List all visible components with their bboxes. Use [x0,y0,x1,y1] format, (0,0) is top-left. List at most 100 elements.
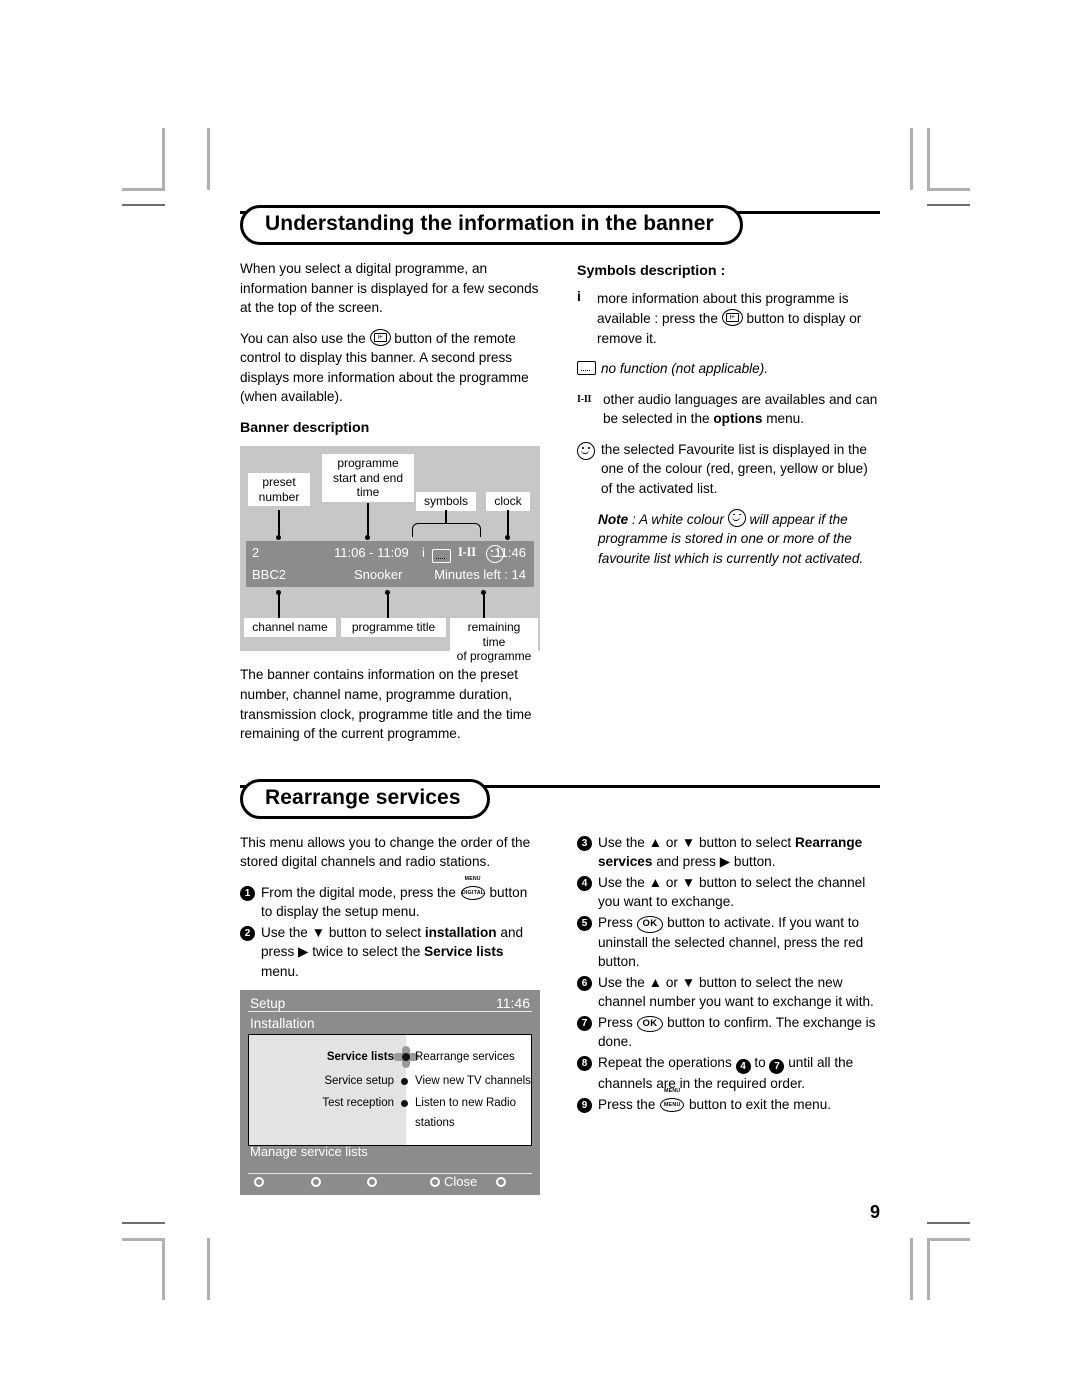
diagram-bracket-symbols [412,523,481,538]
section-title-2: Rearrange services [240,778,490,819]
step-5-text: Press OK button to activate. If you want… [598,913,879,972]
symbols-description-subhead: Symbols description : [577,263,726,279]
step-1-text: From the digital mode, press the MENU DI… [261,876,542,922]
section-title-1: Understanding the information in the ban… [240,205,743,246]
crop-mark-top-right-vertical [927,128,930,190]
footer-colour-button-5[interactable] [496,1176,506,1187]
diagram-leader-title [387,593,389,620]
tv-menu-rule-top [248,1010,532,1012]
symbol-marker-audio: I-II [577,393,592,405]
step-2-text-a: Use the ▼ button to select [261,924,422,940]
diagram-leader-clock [507,510,509,537]
tv-menu-row-service-lists[interactable]: Service lists Rearrange services [249,1045,531,1068]
symbol-marker-subtitle [577,361,596,376]
step-3-text-b: and press ▶ button. [656,854,776,870]
crop-mark-bottom-right-tick-vertical [910,1238,913,1300]
banner-symbol-audio: I-II [458,545,476,560]
step-3: 3 Use the ▲ or ▼ button to select Rearra… [577,833,879,872]
crop-mark-top-left-rule [122,204,165,206]
page-number: 9 [869,1202,880,1222]
step-4-text: Use the ▲ or ▼ button to select the chan… [598,874,866,910]
step-1-number: 1 [240,885,255,901]
section2-columns: This menu allows you to change the order… [240,833,880,1195]
ok-button-icon: OK [636,1015,664,1033]
step-5: 5 Press OK button to activate. If you wa… [577,913,879,972]
bullet-dot-icon [401,1077,408,1085]
step-8-ref-4: 4 [735,1059,751,1075]
section1-right-column: Symbols description : i more information… [577,259,879,755]
subtitle-box-icon [432,549,451,564]
step-7: 7 Press OK button to confirm. The exchan… [577,1013,879,1052]
step-7-number: 7 [577,1015,592,1031]
menu-label: MENU [464,875,481,882]
step-6-number: 6 [577,975,592,991]
step-2-bold-installation: installation [424,924,497,940]
step-5-text-a: Press [598,914,633,930]
crop-mark-bottom-right-horizontal [927,1238,970,1241]
tv-menu-row-0-right: Rearrange services [415,1050,515,1063]
step-3-text: Use the ▲ or ▼ button to select Rearrang… [598,833,879,872]
diagram-label-programme-title: programme title [341,618,446,637]
crop-mark-top-left-vertical [162,128,165,190]
symbol-text-info: more information about this programme is… [597,289,879,348]
tv-menu-row-service-setup[interactable]: Service setup View new TV channels [249,1071,531,1091]
intro-paragraph-1: When you select a digital programme, an … [240,261,539,316]
tv-menu-row-0-left: Service lists [326,1050,394,1063]
diagram-leader-channel [278,593,280,620]
banner-symbol-info: i [422,545,425,561]
footer-colour-button-3[interactable] [367,1176,377,1187]
diagram-label-programme-time: programme start and end time [322,454,414,502]
smiley-favourite-icon [727,508,746,527]
favourite-note: Note : A white colour will appear if the… [577,508,879,569]
note-text-a: : A white colour [632,511,724,527]
step-3-text-a: Use the ▲ or ▼ button to select [598,834,792,850]
diagram-leader-symbols [445,510,447,525]
symbol-audio-text-b: menu. [766,411,804,427]
banner-programme-title: Snooker [354,567,403,583]
menu-label: MENU [664,1087,681,1094]
tv-menu-row-test-reception[interactable]: Test reception Listen to new Radio stati… [249,1093,531,1129]
diagram-leader-remaining [483,593,485,620]
diagram-label-clock: clock [486,492,530,511]
banner-channel-name: BBC2 [252,567,286,583]
section2-left-column: This menu allows you to change the order… [240,833,542,1195]
footer-colour-button-4[interactable] [430,1176,440,1187]
intro-p2-part-a: You can also use the [240,330,366,346]
banner-row-top: 2 11:06 - 11:09 i I-II 11:46 [246,541,534,564]
banner-remaining-time: Minutes left : 14 [434,567,526,583]
tv-setup-menu-screenshot: Setup 11:46 Installation Service lists R… [240,989,540,1195]
step-8-text-a: Repeat the operations [598,1055,732,1071]
digital-label: DIGITAL [460,885,485,900]
footer-colour-button-2[interactable] [311,1176,321,1187]
tv-menu-footer-label: Manage service lists [250,1143,368,1159]
step-7-text: Press OK button to confirm. The exchange… [598,1013,879,1052]
crop-mark-bottom-left-rule [122,1222,165,1224]
menu-button-icon: MENU MENU [659,1088,685,1113]
crop-mark-bottom-right-rule [927,1222,970,1224]
banner-clock-value: 11:46 [494,545,526,561]
crop-mark-top-right-tick-vertical [910,128,913,190]
step-1: 1 From the digital mode, press the MENU … [240,876,542,922]
step-8-text: Repeat the operations 4 to 7 until all t… [598,1053,879,1094]
symbol-entry-favourite: the selected Favourite list is displayed… [577,440,879,499]
step-2-text-c: menu. [261,964,299,979]
crop-mark-bottom-left-horizontal [122,1238,165,1241]
bullet-dot-icon [401,1099,408,1107]
footer-colour-button-1[interactable] [254,1176,264,1187]
section1-columns: When you select a digital programme, an … [240,259,880,755]
step-2-bold-service-lists: Service lists [424,944,504,960]
step-5-number: 5 [577,915,592,931]
step-2-text: Use the ▼ button to select installation … [261,923,542,982]
symbol-marker-info: i [577,288,581,305]
menu-digital-button-icon: MENU DIGITAL [460,876,486,901]
info-plus-button-icon: i+ [721,309,743,326]
tv-menu-subtitle: Installation [250,1015,315,1031]
rearrange-intro: This menu allows you to change the order… [240,834,531,870]
step-2-number: 2 [240,925,255,941]
step-6: 6 Use the ▲ or ▼ button to select the ne… [577,973,879,1012]
tv-menu-close-label[interactable]: Close [444,1173,477,1192]
step-1-text-a: From the digital mode, press the [261,884,456,900]
crop-mark-top-left-tick-vertical [207,128,210,190]
step-9: 9 Press the MENU MENU button to exit the… [577,1088,879,1115]
info-plus-button-icon: i+ [369,328,391,346]
